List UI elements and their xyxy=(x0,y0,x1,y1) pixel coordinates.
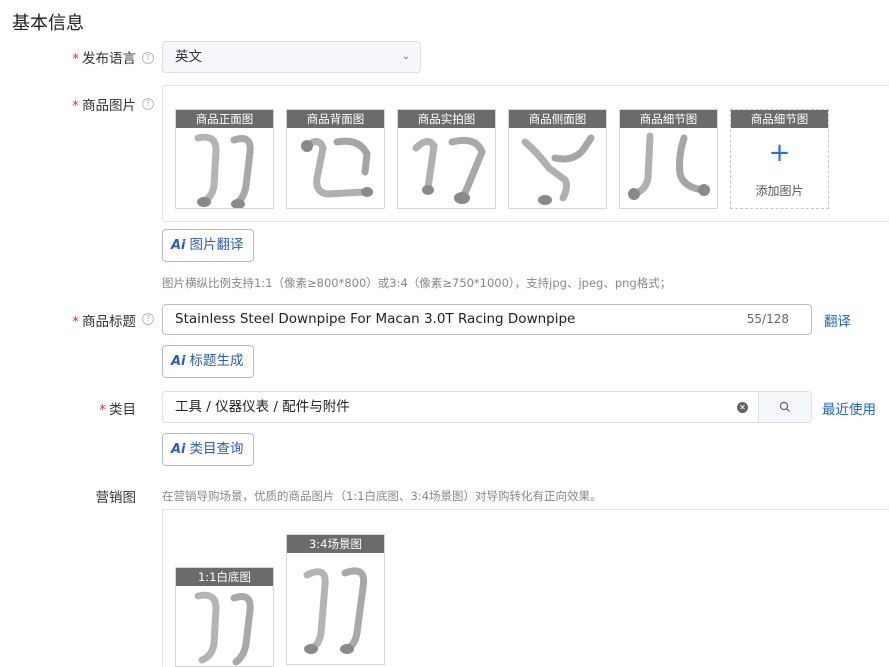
image-caption: 商品侧面图 xyxy=(509,110,606,128)
ai-icon: Ai xyxy=(171,354,186,369)
image-caption: 商品正面图 xyxy=(176,110,273,128)
clear-icon[interactable]: ✕ xyxy=(737,402,748,413)
title-generate-button[interactable]: Ai 标题生成 xyxy=(162,345,254,378)
plus-icon: + xyxy=(768,138,791,168)
help-icon[interactable]: ? xyxy=(142,313,154,325)
ai-icon: Ai xyxy=(171,238,186,253)
help-icon[interactable]: ? xyxy=(142,52,154,64)
image-caption: 商品细节图 xyxy=(620,110,717,128)
category-label: * 类目 xyxy=(99,402,136,418)
translate-link[interactable]: 翻译 xyxy=(824,310,851,330)
category-value: 工具 / 仪器仪表 / 配件与附件 xyxy=(175,399,350,415)
language-value: 英文 xyxy=(175,49,202,65)
image-caption: 商品背面图 xyxy=(287,110,384,128)
downpipe-photo xyxy=(628,132,710,200)
image-caption: 商品细节图 xyxy=(731,110,828,128)
product-image-real[interactable]: 商品实拍图 xyxy=(397,109,496,209)
downpipe-photo xyxy=(521,134,595,205)
search-icon xyxy=(779,401,790,412)
section-title: 基本信息 xyxy=(12,13,84,34)
marketing-hint: 在营销导购场景，优质的商品图片（1:1白底图、3:4场景图）对导购转化有正向效果… xyxy=(162,489,602,503)
product-image-front[interactable]: 商品正面图 xyxy=(175,109,274,209)
recent-used-link[interactable]: 最近使用 xyxy=(822,398,876,418)
product-images-label: * 商品图片 xyxy=(72,98,136,114)
add-image-slot[interactable]: 商品细节图 + 添加图片 xyxy=(730,109,829,209)
title-label: * 商品标题 xyxy=(72,314,136,330)
category-query-button[interactable]: Ai 类目查询 xyxy=(162,433,254,466)
image-caption: 商品实拍图 xyxy=(398,110,495,128)
downpipe-photo xyxy=(412,136,486,204)
marketing-image-scene[interactable]: 3:4场景图 xyxy=(286,534,385,665)
add-image-label: 添加图片 xyxy=(755,184,804,198)
ai-icon: Ai xyxy=(171,442,186,457)
marketing-label: 营销图 xyxy=(95,490,137,506)
category-search-button[interactable] xyxy=(758,391,812,423)
category-input[interactable]: 工具 / 仪器仪表 / 配件与附件 ✕ xyxy=(162,391,759,423)
language-select[interactable]: 英文 ⌄ xyxy=(162,41,421,73)
image-caption: 1:1白底图 xyxy=(176,568,273,586)
product-image-back[interactable]: 商品背面图 xyxy=(286,109,385,209)
help-icon[interactable]: ? xyxy=(142,98,154,110)
downpipe-photo xyxy=(301,137,373,198)
image-caption: 3:4场景图 xyxy=(287,535,384,553)
image-hint: 图片横纵比例支持1:1（像素≥800*800）或3:4（像素≥750*1000）… xyxy=(162,276,672,290)
title-input[interactable]: Stainless Steel Downpipe For Macan 3.0T … xyxy=(162,304,812,335)
image-translate-button[interactable]: Ai 图片翻译 xyxy=(162,229,254,262)
downpipe-photo xyxy=(194,591,254,666)
product-image-detail[interactable]: 商品细节图 xyxy=(619,109,718,209)
product-image-side[interactable]: 商品侧面图 xyxy=(508,109,607,209)
marketing-image-white[interactable]: 1:1白底图 xyxy=(175,567,274,667)
language-label: * 发布语言 xyxy=(72,51,136,67)
chevron-down-icon: ⌄ xyxy=(401,51,410,62)
downpipe-photo xyxy=(194,133,254,208)
title-char-count: 55/128 xyxy=(746,312,789,326)
title-value: Stainless Steel Downpipe For Macan 3.0T … xyxy=(175,311,576,327)
downpipe-photo xyxy=(303,567,368,654)
